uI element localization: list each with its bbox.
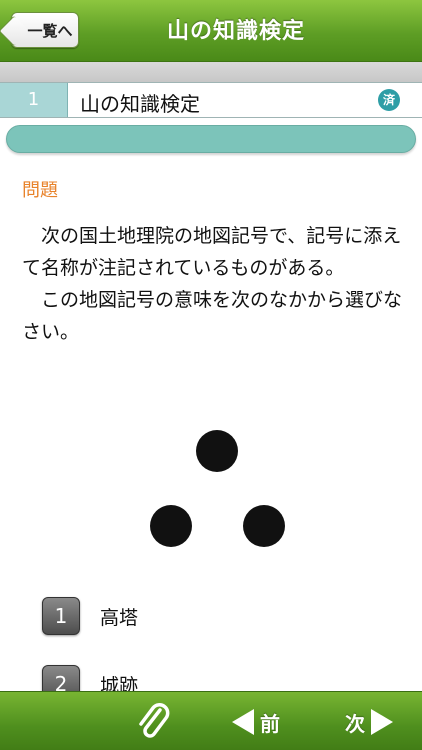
page-title: 山の知識検定 [166,19,305,44]
next-button[interactable]: 次 [345,706,393,738]
problem-text: 次の国土地理院の地図記号で、記号に添えて名称が注記されているものがある。 この地… [22,220,406,348]
back-button-label: 一覧へ [27,21,73,40]
answered-status-badge: 済 [378,89,400,111]
question-title: 山の知識検定 [80,92,200,116]
previous-label: 前 [260,711,280,736]
choice-item[interactable]: 1 高塔 [42,596,138,636]
question-header-row: 1 山の知識検定 済 [0,82,422,118]
right-arrow-icon [371,709,393,735]
problem-label: 問題 [22,180,58,201]
separator-band [0,62,422,82]
header-bar: 一覧へ 山の知識検定 [0,0,422,62]
problem-paragraph: この地図記号の意味を次のなかから選びなさい。 [22,289,403,343]
left-arrow-icon [232,709,254,735]
back-to-list-button[interactable]: 一覧へ [11,12,79,48]
previous-button[interactable]: 前 [232,706,280,738]
paperclip-icon[interactable] [132,700,176,744]
question-number: 1 [0,83,68,117]
footer-toolbar: 前 次 [0,691,422,750]
map-symbol-dot-top [196,430,238,472]
choice-label: 高塔 [100,606,139,629]
map-symbol-dot-right [243,505,285,547]
map-symbol-dot-left [150,505,192,547]
next-label: 次 [345,711,365,736]
problem-paragraph: 次の国土地理院の地図記号で、記号に添えて名称が注記されているものがある。 [22,225,402,279]
progress-bar [6,125,416,153]
choice-number-button[interactable]: 1 [42,597,80,635]
